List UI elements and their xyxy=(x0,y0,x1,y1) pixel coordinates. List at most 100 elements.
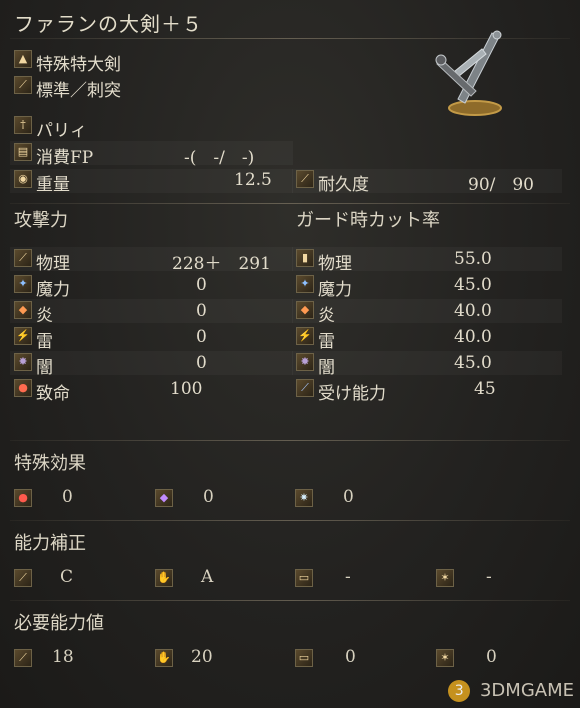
guard-row-stability: ⟋ 受け能力 45 xyxy=(296,379,556,404)
weight-row: ◉ 重量 12.5 xyxy=(14,170,294,195)
fp-value: -( -/ -) xyxy=(184,148,255,168)
weapon-type-row: ▲ 特殊特大剣 xyxy=(14,50,314,75)
weapon-type: 特殊特大剣 xyxy=(36,55,121,75)
attack-type: 標準／刺突 xyxy=(36,81,121,101)
attack-value-magic: 0 xyxy=(196,275,207,295)
faith-icon: ✶ xyxy=(436,649,454,667)
guard-value-magic: 45.0 xyxy=(454,275,492,295)
lightning-shield-icon: ⚡ xyxy=(296,327,314,345)
scaling-title: 能力補正 xyxy=(14,533,86,554)
guard-row-lightning: ⚡ 雷 40.0 xyxy=(296,327,556,352)
attack-row-magic: ✦ 魔力 0 xyxy=(14,275,294,300)
attack-value-dark: 0 xyxy=(196,353,207,373)
weapon-emblem xyxy=(435,30,502,116)
guard-row-fire: ◆ 炎 40.0 xyxy=(296,301,556,326)
requirement-value-strength: 18 xyxy=(52,647,74,667)
special-effects-title: 特殊効果 xyxy=(14,453,86,474)
weight-icon: ◉ xyxy=(14,170,32,188)
dark-shield-icon: ✸ xyxy=(296,353,314,371)
lightning-icon: ⚡ xyxy=(14,327,32,345)
attack-row-critical: ● 致命 100 xyxy=(14,379,294,404)
requirement-value-faith: 0 xyxy=(486,647,497,667)
scaling-strength: ⟋ C xyxy=(14,567,104,591)
guard-value-stability: 45 xyxy=(474,379,496,399)
guard-section-title: ガード時カット率 xyxy=(296,210,440,231)
attack-row-physical: ⟋ 物理 228＋ 291 xyxy=(14,249,294,274)
sword-icon: ⟋ xyxy=(14,249,32,267)
scaling-value-intelligence: - xyxy=(345,567,351,587)
strength-icon: ⟋ xyxy=(14,649,32,667)
watermark: 3 3DMGAME xyxy=(448,680,574,702)
shield-icon: ▮ xyxy=(296,249,314,267)
book-icon: ▭ xyxy=(295,569,313,587)
requirements-title: 必要能力値 xyxy=(14,613,104,634)
attack-row-lightning: ⚡ 雷 0 xyxy=(14,327,294,352)
guard-label-stability: 受け能力 xyxy=(318,384,386,404)
durability-icon: ⟋ xyxy=(296,170,314,188)
special-effect-3: ✷ 0 xyxy=(295,487,355,511)
watermark-logo-icon: 3 xyxy=(448,680,471,702)
guard-value-fire: 40.0 xyxy=(454,301,492,321)
requirement-dexterity: ✋ 20 xyxy=(155,647,245,671)
durability-value: 90/ 90 xyxy=(468,175,534,195)
requirement-intelligence: ▭ 0 xyxy=(295,647,385,671)
strength-icon: ⟋ xyxy=(14,569,32,587)
scaling-value-faith: - xyxy=(486,567,492,587)
durability-row: ⟋ 耐久度 90/ 90 xyxy=(296,170,556,195)
attack-label-lightning: 雷 xyxy=(36,332,53,352)
attack-row-fire: ◆ 炎 0 xyxy=(14,301,294,326)
attack-label-magic: 魔力 xyxy=(36,280,70,300)
weight-value: 12.5 xyxy=(234,170,272,190)
skill-row: † パリィ xyxy=(14,116,314,141)
attack-section-title: 攻撃力 xyxy=(14,210,68,231)
attack-value-fire: 0 xyxy=(196,301,207,321)
attack-label-physical: 物理 xyxy=(36,254,70,274)
fire-shield-icon: ◆ xyxy=(296,301,314,319)
guard-value-dark: 45.0 xyxy=(454,353,492,373)
fp-label: 消費FP xyxy=(36,148,94,168)
weapon-title: ファランの大剣＋５ xyxy=(14,12,203,36)
watermark-text: 3DMGAME xyxy=(479,680,574,701)
special-effect-2: ◆ 0 xyxy=(155,487,215,511)
guard-label-fire: 炎 xyxy=(318,306,335,326)
requirement-value-dexterity: 20 xyxy=(191,647,213,667)
special-effect-value-3: 0 xyxy=(343,487,354,507)
attack-value-lightning: 0 xyxy=(196,327,207,347)
scaling-intelligence: ▭ - xyxy=(295,567,385,591)
fp-icon: ▤ xyxy=(14,143,32,161)
divider xyxy=(10,440,570,441)
frost-icon: ✷ xyxy=(295,489,313,507)
guard-label-dark: 闇 xyxy=(318,358,335,378)
guard-row-physical: ▮ 物理 55.0 xyxy=(296,249,556,274)
guard-label-physical: 物理 xyxy=(318,254,352,274)
durability-label: 耐久度 xyxy=(318,175,369,195)
faith-icon: ✶ xyxy=(436,569,454,587)
dark-icon: ✸ xyxy=(14,353,32,371)
scaling-value-strength: C xyxy=(60,567,74,587)
weight-label: 重量 xyxy=(36,175,70,195)
book-icon: ▭ xyxy=(295,649,313,667)
magic-icon: ✦ xyxy=(14,275,32,293)
attack-label-dark: 闇 xyxy=(36,358,53,378)
skill-name: パリィ xyxy=(36,121,87,141)
poison-icon: ◆ xyxy=(155,489,173,507)
scaling-faith: ✶ - xyxy=(436,567,526,591)
attack-type-row: ⟋ 標準／刺突 xyxy=(14,76,314,101)
weapon-type-icon: ▲ xyxy=(14,50,32,68)
attack-label-critical: 致命 xyxy=(36,384,70,404)
guard-label-lightning: 雷 xyxy=(318,332,335,352)
guard-value-lightning: 40.0 xyxy=(454,327,492,347)
scaling-value-dexterity: A xyxy=(201,567,214,587)
bleed-icon: ● xyxy=(14,489,32,507)
divider xyxy=(10,203,570,204)
divider xyxy=(10,600,570,601)
requirement-value-intelligence: 0 xyxy=(345,647,356,667)
requirement-faith: ✶ 0 xyxy=(436,647,526,671)
divider xyxy=(10,520,570,521)
attack-type-icon: ⟋ xyxy=(14,76,32,94)
requirement-strength: ⟋ 18 xyxy=(14,647,104,671)
attack-row-dark: ✸ 闇 0 xyxy=(14,353,294,378)
parry-icon: † xyxy=(14,116,32,134)
guard-row-magic: ✦ 魔力 45.0 xyxy=(296,275,556,300)
stability-icon: ⟋ xyxy=(296,379,314,397)
